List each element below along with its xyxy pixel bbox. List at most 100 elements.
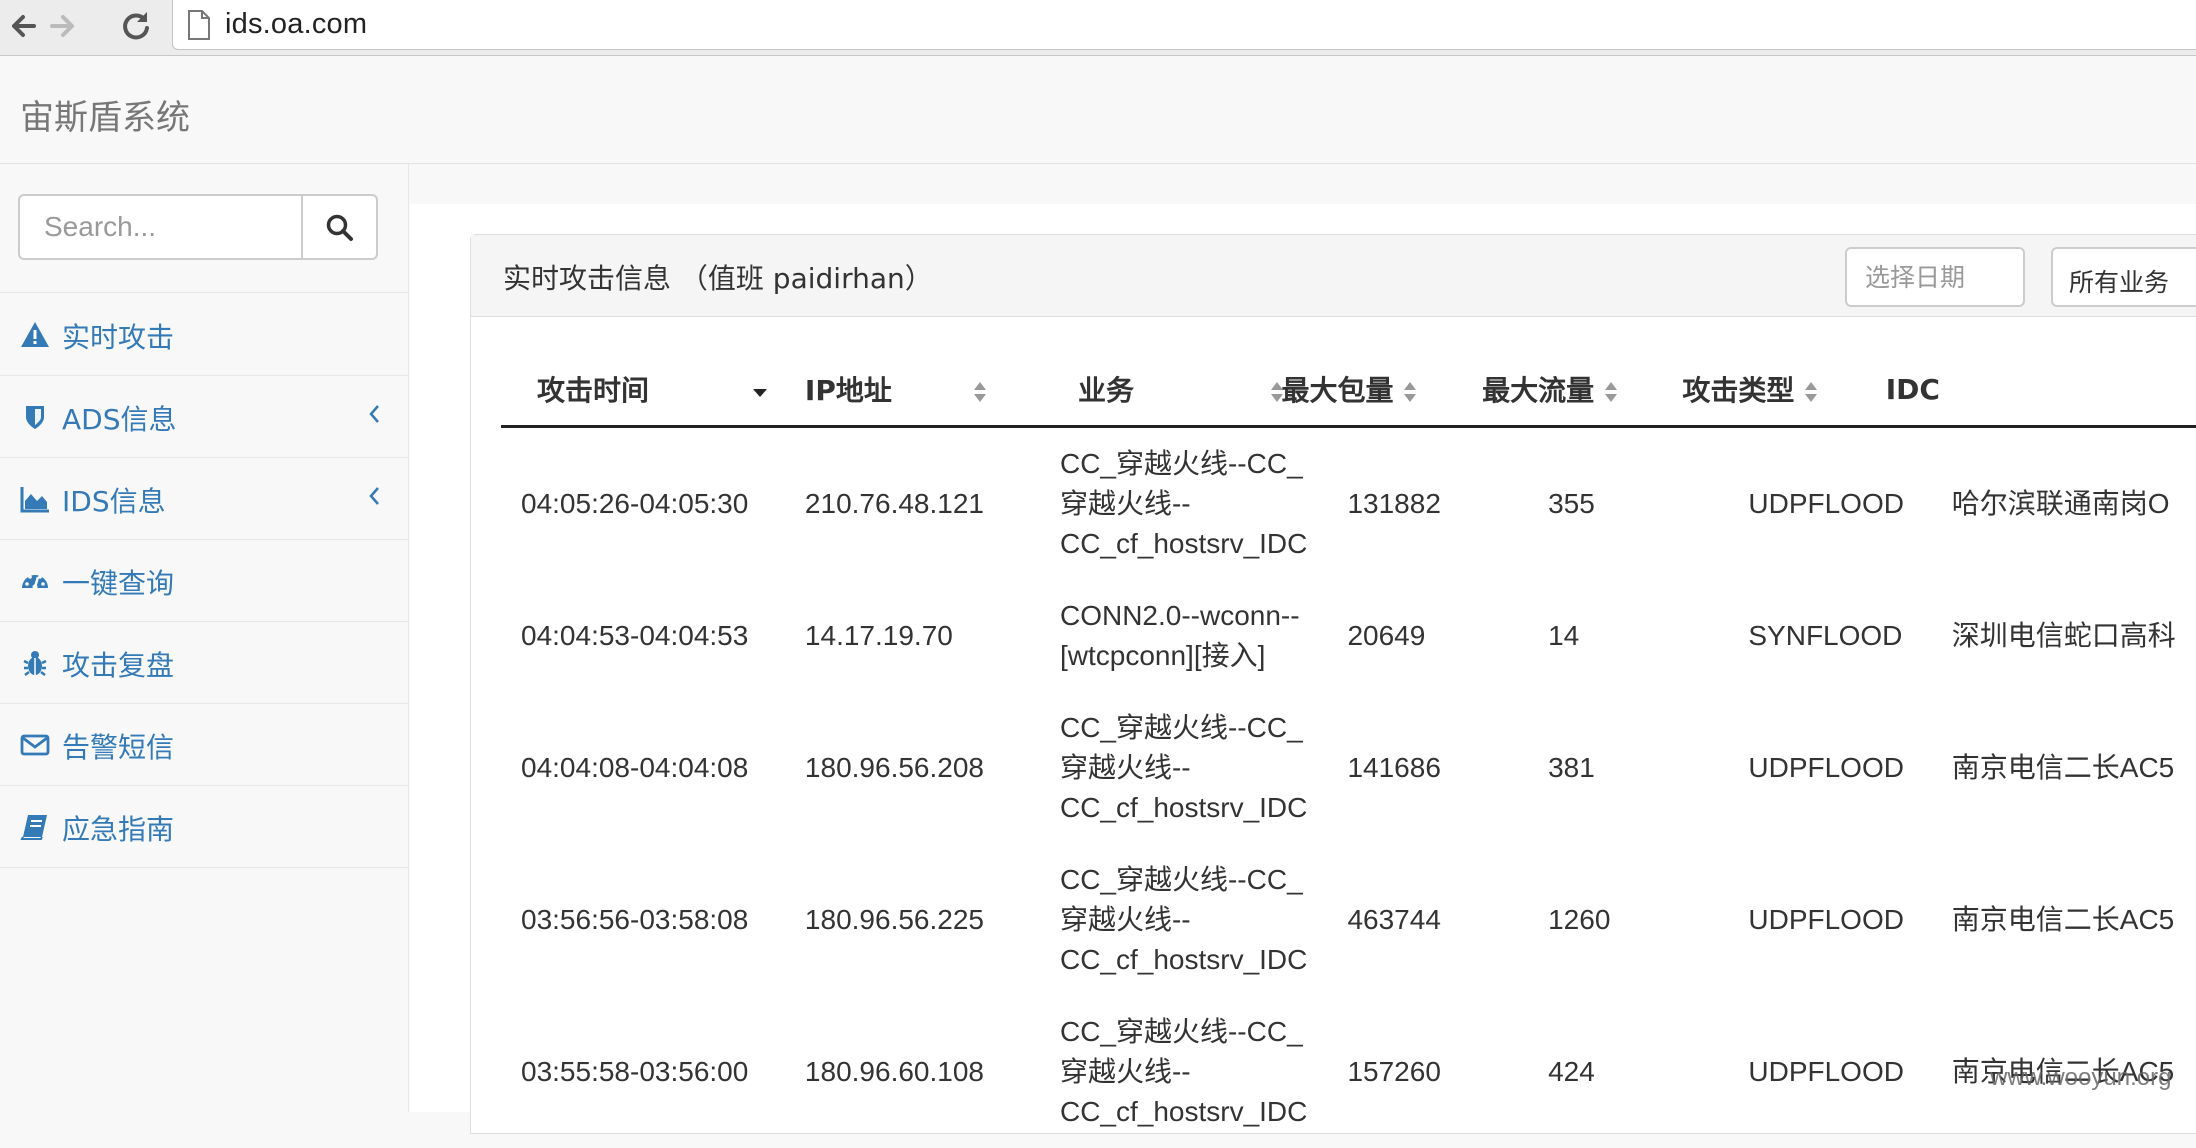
cell-max-flow: 1260 xyxy=(1548,904,1611,935)
column-header-attack-time[interactable]: 攻击时间 xyxy=(501,353,805,428)
business-line: CC_穿越火线--CC_ xyxy=(1059,1016,1303,1047)
sidebar-item-one-click-query[interactable]: 一键查询 xyxy=(0,540,408,622)
column-header-label: IP地址 xyxy=(804,374,892,407)
warning-icon xyxy=(20,320,50,350)
sidebar-item-label: 攻击复盘 xyxy=(62,649,175,682)
cell-max-flow: 14 xyxy=(1548,620,1580,651)
search-input[interactable] xyxy=(18,194,302,260)
table-row[interactable]: 04:04:53-04:04:53 14.17.19.70 CONN2.0--w… xyxy=(501,580,2196,692)
cell-max-packets: 131882 xyxy=(1347,488,1441,519)
cell-attack-time: 04:05:26-04:05:30 xyxy=(521,488,749,519)
cell-attack-time: 03:55:58-03:56:00 xyxy=(521,1056,749,1087)
table-row[interactable]: 03:55:58-03:56:00 180.96.60.108 CC_穿越火线-… xyxy=(501,996,2196,1148)
cell-business: CC_穿越火线--CC_ 穿越火线-- CC_cf_hostsrv_IDC xyxy=(1060,692,1347,844)
cell-business: CONN2.0--wconn-- [wtcpconn][接入] xyxy=(1060,580,1347,692)
cell-attack-time: 04:04:53-04:04:53 xyxy=(521,620,749,651)
cell-max-packets: 157260 xyxy=(1347,1056,1441,1087)
sidebar-search xyxy=(0,164,408,293)
arrow-right-icon xyxy=(50,15,74,37)
column-header-label: 业务 xyxy=(1077,374,1134,407)
cell-ip: 180.96.60.108 xyxy=(804,1056,984,1087)
sidebar-item-label: 告警短信 xyxy=(62,731,175,764)
cell-business: CC_穿越火线--CC_ 穿越火线-- CC_cf_hostsrv_IDC xyxy=(1060,996,1347,1148)
attack-table-wrap: 攻击时间 IP地址 业务 最大包量 最大流量 攻击类型 IDC 04:05:26… xyxy=(501,353,2196,1148)
reload-button[interactable] xyxy=(116,6,156,46)
realtime-attack-panel: 实时攻击信息 （值班 paidirhan） 所有业务 攻击时间 xyxy=(470,234,2196,1134)
cell-ip: 180.96.56.225 xyxy=(804,904,984,935)
cell-max-packets: 141686 xyxy=(1347,752,1441,783)
sidebar-item-attack-review[interactable]: 攻击复盘 xyxy=(0,622,408,704)
business-line: CC_穿越火线--CC_ xyxy=(1059,864,1303,895)
business-line: CONN2.0--wconn-- xyxy=(1059,600,1300,631)
search-icon xyxy=(326,214,353,241)
brand-title[interactable]: 宙斯盾系统 xyxy=(20,90,190,139)
arrow-left-icon xyxy=(12,15,36,37)
cell-ip: 210.76.48.121 xyxy=(804,488,984,519)
sidebar-item-ids-info[interactable]: IDS信息 xyxy=(0,458,408,540)
table-row[interactable]: 04:05:26-04:05:30 210.76.48.121 CC_穿越火线-… xyxy=(501,427,2196,581)
cell-attack-time: 04:04:08-04:04:08 xyxy=(521,752,749,783)
book-icon xyxy=(20,812,50,842)
business-line: CC_cf_hostsrv_IDC xyxy=(1059,944,1308,975)
main-content: 实时攻击信息 （值班 paidirhan） 所有业务 攻击时间 xyxy=(410,204,2196,1134)
business-line: CC_cf_hostsrv_IDC xyxy=(1059,1096,1308,1127)
cell-idc: 哈尔滨联通南岗O xyxy=(1951,488,2170,519)
top-navbar: 宙斯盾系统 xyxy=(0,56,2196,164)
business-line: 穿越火线-- xyxy=(1059,488,1191,519)
table-header-row: 攻击时间 IP地址 业务 最大包量 最大流量 攻击类型 IDC xyxy=(501,353,2196,428)
column-header-label: 最大流量 xyxy=(1482,374,1595,407)
column-header-label: 攻击类型 xyxy=(1682,374,1795,407)
envelope-icon xyxy=(20,730,50,760)
cell-max-flow: 424 xyxy=(1548,1056,1595,1087)
cell-max-flow: 381 xyxy=(1548,752,1595,783)
sidebar-item-alert-sms[interactable]: 告警短信 xyxy=(0,704,408,786)
sort-icon xyxy=(973,382,986,402)
table-row[interactable]: 03:56:56-03:58:08 180.96.56.225 CC_穿越火线-… xyxy=(501,844,2196,996)
table-row[interactable]: 04:04:08-04:04:08 180.96.56.208 CC_穿越火线-… xyxy=(501,692,2196,844)
sidebar-item-label: 实时攻击 xyxy=(62,321,175,354)
sort-icon xyxy=(1805,382,1818,402)
cell-business: CC_穿越火线--CC_ 穿越火线-- CC_cf_hostsrv_IDC xyxy=(1060,844,1347,996)
sidebar-item-label: IDS信息 xyxy=(62,485,166,518)
sidebar-item-emergency-guide[interactable]: 应急指南 xyxy=(0,786,408,868)
business-line: CC_穿越火线--CC_ xyxy=(1059,448,1303,479)
sidebar-item-ads-info[interactable]: ADS信息 xyxy=(0,376,408,458)
business-line: 穿越火线-- xyxy=(1059,1056,1191,1087)
panel-title: 实时攻击信息 （值班 paidirhan） xyxy=(503,262,933,295)
address-bar[interactable]: ids.oa.com xyxy=(172,0,2196,50)
sidebar-item-realtime-attack[interactable]: 实时攻击 xyxy=(0,294,408,376)
business-select[interactable]: 所有业务 xyxy=(2051,247,2196,307)
forward-button[interactable] xyxy=(42,6,82,46)
bug-icon xyxy=(20,648,50,678)
column-header-label: IDC xyxy=(1885,372,1940,406)
cell-idc: 南京电信二长AC5 xyxy=(1951,904,2175,935)
column-header-idc[interactable]: IDC xyxy=(1886,353,2196,428)
cell-max-flow: 355 xyxy=(1548,488,1595,519)
back-button[interactable] xyxy=(4,6,44,46)
panel-heading: 实时攻击信息 （值班 paidirhan） 所有业务 xyxy=(471,235,2196,317)
cell-ip: 14.17.19.70 xyxy=(804,620,953,651)
sidebar: 实时攻击 ADS信息 IDS信息 一键查询 攻击复盘 xyxy=(0,164,409,1112)
sidebar-item-label: 一键查询 xyxy=(62,567,175,600)
sort-desc-icon xyxy=(753,389,767,397)
chevron-left-icon xyxy=(366,484,382,508)
business-line: 穿越火线-- xyxy=(1059,752,1191,783)
cell-attack-type: SYNFLOOD xyxy=(1748,620,1903,651)
cell-max-packets: 20649 xyxy=(1347,620,1426,651)
business-line: CC_穿越火线--CC_ xyxy=(1059,712,1303,743)
cell-attack-type: UDPFLOOD xyxy=(1748,1056,1904,1087)
sort-icon xyxy=(1404,382,1417,402)
business-line: 穿越火线-- xyxy=(1059,904,1191,935)
browser-toolbar: ids.oa.com xyxy=(0,0,2196,56)
sort-icon xyxy=(1605,382,1618,402)
business-select-value: 所有业务 xyxy=(2069,268,2170,297)
cell-attack-type: UDPFLOOD xyxy=(1748,488,1904,519)
search-button[interactable] xyxy=(301,194,378,260)
date-picker-input[interactable] xyxy=(1845,247,2025,307)
column-header-ip[interactable]: IP地址 xyxy=(804,353,1060,428)
cell-idc: 南京电信二长AC5 xyxy=(1951,752,2175,783)
shield-icon xyxy=(20,402,50,432)
watermark: www.wooyun.org xyxy=(1990,1064,2172,1091)
dashboard-icon xyxy=(20,566,50,596)
url-text: ids.oa.com xyxy=(225,8,368,40)
